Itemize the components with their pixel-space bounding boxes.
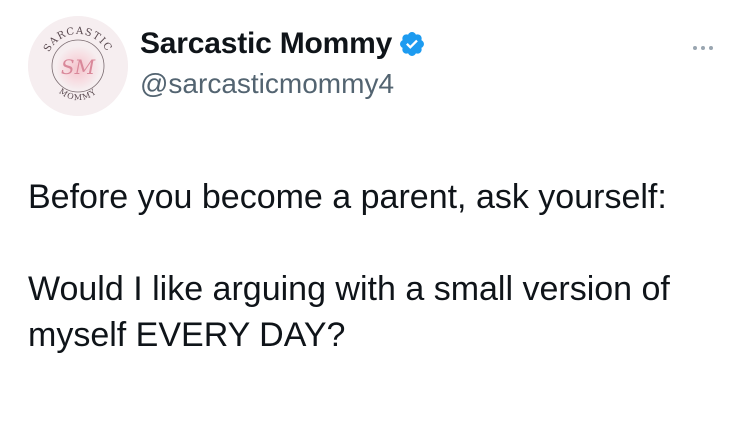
more-horizontal-icon bbox=[693, 46, 697, 50]
avatar-logo-icon: SARCASTIC MOMMY SM bbox=[28, 16, 128, 116]
name-row: Sarcastic Mommy bbox=[140, 26, 426, 62]
tweet-header: SARCASTIC MOMMY SM Sarcastic Mommy @sarc… bbox=[28, 16, 720, 116]
more-options-button[interactable] bbox=[686, 38, 720, 58]
avatar[interactable]: SARCASTIC MOMMY SM bbox=[28, 16, 128, 116]
tweet-card: SARCASTIC MOMMY SM Sarcastic Mommy @sarc… bbox=[0, 0, 740, 444]
more-horizontal-icon bbox=[709, 46, 713, 50]
tweet-text-paragraph: Would I like arguing with a small versio… bbox=[28, 270, 670, 354]
more-horizontal-icon bbox=[701, 46, 705, 50]
tweet-text-paragraph: Before you become a parent, ask yourself… bbox=[28, 178, 667, 216]
verified-badge-icon[interactable] bbox=[398, 30, 426, 58]
avatar-monogram: SM bbox=[61, 55, 96, 79]
author-handle[interactable]: @sarcasticmommy4 bbox=[140, 66, 426, 102]
tweet-text: Before you become a parent, ask yourself… bbox=[28, 174, 718, 358]
display-name[interactable]: Sarcastic Mommy bbox=[140, 26, 392, 62]
author-identity: Sarcastic Mommy @sarcasticmommy4 bbox=[140, 26, 426, 102]
